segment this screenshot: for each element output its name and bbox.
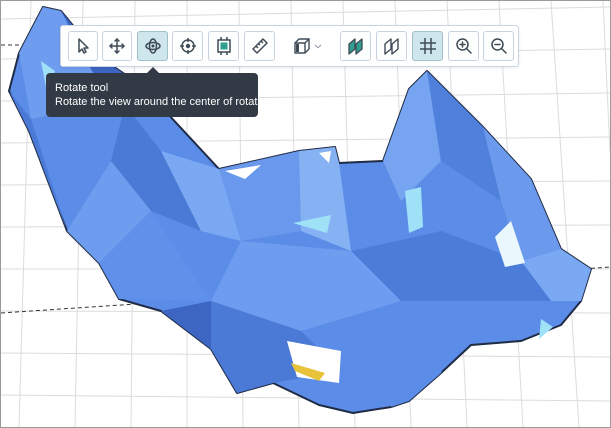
zoom-in-icon	[454, 36, 474, 56]
select-tool-button[interactable]	[68, 31, 98, 61]
pan-tool-button[interactable]	[102, 31, 132, 61]
ruler-icon	[250, 36, 270, 56]
frame-square-icon	[214, 36, 234, 56]
zoom-out-icon	[489, 36, 509, 56]
zoom-out-button[interactable]	[483, 31, 514, 61]
rotate-tool-tooltip: Rotate tool Rotate the view around the c…	[46, 67, 276, 117]
move-arrows-icon	[107, 36, 127, 56]
grid-icon	[418, 36, 438, 56]
view-toolbar	[60, 25, 519, 67]
mesh-model	[8, 6, 592, 414]
3d-viewport[interactable]: Rotate tool Rotate the view around the c…	[0, 0, 611, 428]
wireframe-view-button[interactable]	[376, 31, 407, 61]
center-of-rotation-button[interactable]	[172, 31, 203, 61]
tooltip-title: Rotate tool	[55, 82, 109, 94]
zoom-in-button[interactable]	[448, 31, 479, 61]
fit-to-view-button[interactable]	[208, 31, 239, 61]
chevron-down-icon	[312, 40, 324, 52]
cube-icon	[292, 36, 312, 56]
outline-planes-icon	[382, 36, 402, 56]
rotate-orbit-icon	[143, 36, 163, 56]
grid-toggle-button[interactable]	[412, 31, 443, 61]
view-cube-menu-button[interactable]	[286, 31, 330, 61]
rotate-tool-button[interactable]	[137, 31, 168, 61]
tooltip-description: Rotate the view around the center of rot…	[55, 96, 276, 108]
shaded-planes-icon	[346, 36, 366, 56]
shaded-view-button[interactable]	[340, 31, 371, 61]
crosshair-target-icon	[178, 36, 198, 56]
measure-tool-button[interactable]	[244, 31, 275, 61]
cursor-arrow-icon	[73, 36, 93, 56]
